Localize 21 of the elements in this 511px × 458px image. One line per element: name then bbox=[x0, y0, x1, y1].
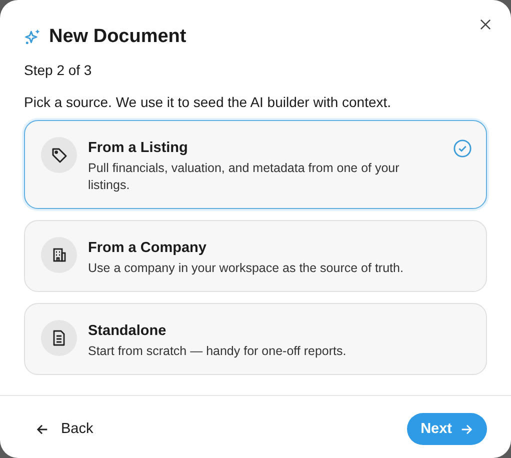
dialog-title: New Document bbox=[49, 26, 186, 48]
document-icon bbox=[41, 320, 77, 356]
option-title: Standalone bbox=[88, 323, 168, 339]
source-option[interactable]: Standalone Start from scratch — handy for one-off reports. bbox=[24, 303, 487, 375]
close-icon[interactable] bbox=[480, 19, 491, 30]
option-description: Start from scratch — handy for one-off reports. bbox=[88, 343, 348, 360]
arrow-right-icon bbox=[460, 422, 473, 436]
source-option[interactable]: From a Listing Pull financials, valuation, and metadata from one of your listings. bbox=[24, 120, 487, 209]
arrow-left-icon bbox=[36, 422, 49, 436]
option-title: From a Listing bbox=[88, 140, 189, 156]
option-title: From a Company bbox=[88, 240, 208, 256]
option-description: Use a company in your workspace as the source of truth. bbox=[88, 260, 404, 277]
sparkle-icon bbox=[24, 28, 42, 46]
option-description: Pull financials, valuation, and metadata from one of your listings. bbox=[88, 160, 400, 194]
source-option[interactable]: From a Company Use a company in your workspace as the source of truth. bbox=[24, 220, 487, 292]
step-indicator: Step 2 of 3 bbox=[24, 62, 93, 78]
building-icon bbox=[41, 237, 77, 273]
back-button[interactable]: Back bbox=[24, 415, 106, 443]
check-circle-icon bbox=[453, 139, 472, 158]
tag-icon bbox=[41, 137, 77, 173]
instruction-text: Pick a source. We use it to seed the AI builder with context. bbox=[24, 94, 392, 110]
